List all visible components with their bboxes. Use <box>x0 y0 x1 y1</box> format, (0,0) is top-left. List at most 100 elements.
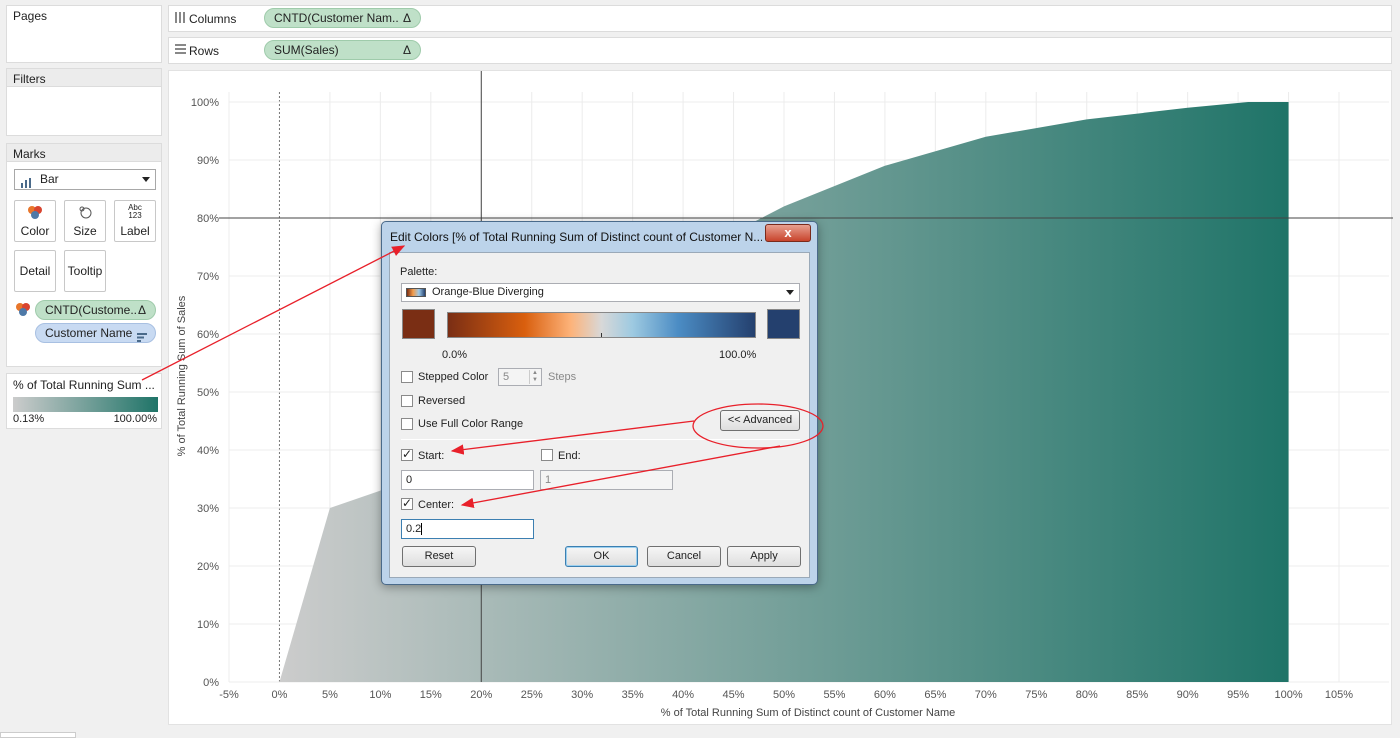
steps-label: Steps <box>548 371 577 383</box>
columns-pill[interactable]: CNTD(Customer Nam.. Δ <box>264 8 421 28</box>
reset-button[interactable]: Reset <box>402 546 476 567</box>
steps-value: 5 <box>503 371 510 383</box>
start-input[interactable]: 0 <box>401 470 534 490</box>
y-tick-label: 80% <box>197 213 219 225</box>
dialog-title: Edit Colors [% of Total Running Sum of D… <box>390 230 762 244</box>
chevron-down-icon <box>142 177 150 182</box>
x-tick-label: 85% <box>1126 689 1148 701</box>
bar-chart-icon <box>21 175 33 188</box>
y-axis-label: % of Total Running Sum of Sales <box>176 295 188 456</box>
marks-pill-customer-name[interactable]: Customer Name <box>35 323 156 343</box>
advanced-button[interactable]: << Advanced <box>720 410 800 431</box>
x-tick-label: 65% <box>924 689 946 701</box>
x-tick-label: 30% <box>571 689 593 701</box>
tooltip-button[interactable]: Tooltip <box>64 250 106 292</box>
x-tick-label: 35% <box>622 689 644 701</box>
legend-min: 0.13% <box>13 413 45 425</box>
y-tick-label: 40% <box>197 445 219 457</box>
filters-title: Filters <box>13 72 46 86</box>
x-tick-label: 40% <box>672 689 694 701</box>
color-marks-icon <box>15 302 31 319</box>
reversed-checkbox[interactable] <box>401 395 413 407</box>
y-tick-label: 20% <box>197 561 219 573</box>
end-label: End: <box>558 450 581 462</box>
x-tick-label: 55% <box>823 689 845 701</box>
y-tick-label: 70% <box>197 271 219 283</box>
center-tick <box>601 333 602 337</box>
full-range-label: Use Full Color Range <box>418 418 524 430</box>
size-button[interactable]: Size <box>64 200 106 242</box>
rows-pill-text: SUM(Sales) <box>274 43 339 57</box>
columns-label: Columns <box>189 12 237 26</box>
center-input[interactable]: 0.2 <box>401 519 534 539</box>
y-tick-label: 60% <box>197 329 219 341</box>
y-tick-label: 30% <box>197 503 219 515</box>
cancel-button[interactable]: Cancel <box>647 546 721 567</box>
end-color-swatch[interactable] <box>767 309 800 339</box>
y-tick-label: 0% <box>203 677 219 689</box>
x-axis-label: % of Total Running Sum of Distinct count… <box>661 707 956 719</box>
marks-card: Marks Bar Color Size Abc 123 Label Detai… <box>6 143 162 367</box>
apply-button[interactable]: Apply <box>727 546 801 567</box>
sheet-tab[interactable] <box>0 732 76 738</box>
sort-icon <box>137 329 147 342</box>
full-range-checkbox[interactable] <box>401 418 413 430</box>
rows-icon <box>175 44 186 55</box>
pages-title: Pages <box>13 9 48 23</box>
range-min-label: 0.0% <box>442 349 468 361</box>
end-checkbox[interactable] <box>541 449 553 461</box>
center-checkbox[interactable] <box>401 496 413 510</box>
color-circles-icon <box>15 205 55 222</box>
x-tick-label: 90% <box>1177 689 1199 701</box>
x-tick-label: 80% <box>1076 689 1098 701</box>
start-color-swatch[interactable] <box>402 309 435 339</box>
steps-spinner[interactable]: 5 ▲ ▼ <box>498 368 542 386</box>
edit-colors-dialog[interactable]: Edit Colors [% of Total Running Sum of D… <box>381 221 818 585</box>
x-tick-label: 50% <box>773 689 795 701</box>
y-tick-label: 90% <box>197 155 219 167</box>
y-tick-label: 50% <box>197 387 219 399</box>
tooltip-button-label: Tooltip <box>67 264 103 278</box>
delta-icon: Δ <box>137 303 146 317</box>
marks-pill-customer-name-text: Customer Name <box>45 326 133 340</box>
color-button-label: Color <box>20 224 50 238</box>
detail-button[interactable]: Detail <box>14 250 56 292</box>
palette-swatch-icon <box>406 288 426 297</box>
legend-title[interactable]: % of Total Running Sum ... <box>13 378 155 392</box>
columns-shelf[interactable]: Columns CNTD(Customer Nam.. Δ <box>168 5 1392 32</box>
marks-pill-cntd[interactable]: CNTD(Custome.. Δ <box>35 300 156 320</box>
size-circles-icon <box>65 205 105 222</box>
color-button[interactable]: Color <box>14 200 56 242</box>
label-button-label: Label <box>120 224 150 238</box>
x-tick-label: 25% <box>521 689 543 701</box>
color-legend-card: % of Total Running Sum ... 0.13% 100.00% <box>6 373 162 429</box>
text-cursor <box>421 523 423 536</box>
marks-title: Marks <box>13 147 46 161</box>
columns-icon <box>175 12 186 23</box>
rows-pill[interactable]: SUM(Sales) Δ <box>264 40 421 60</box>
stepped-color-label: Stepped Color <box>418 371 489 383</box>
legend-gradient <box>13 397 158 412</box>
start-checkbox[interactable] <box>401 447 413 461</box>
x-tick-label: 10% <box>369 689 391 701</box>
spinner-arrows-icon: ▲ ▼ <box>529 370 540 384</box>
reversed-label: Reversed <box>418 395 466 407</box>
x-tick-label: 0% <box>272 689 288 701</box>
ok-button[interactable]: OK <box>565 546 638 567</box>
pages-card: Pages <box>6 5 162 63</box>
x-tick-label: 5% <box>322 689 338 701</box>
delta-icon: Δ <box>402 43 411 57</box>
rows-shelf[interactable]: Rows SUM(Sales) Δ <box>168 37 1392 64</box>
close-button[interactable]: x <box>765 224 811 242</box>
x-tick-label: 100% <box>1274 689 1302 701</box>
mark-type-dropdown[interactable]: Bar <box>14 169 156 190</box>
label-button[interactable]: Abc 123 Label <box>114 200 156 242</box>
palette-label: Palette: <box>400 266 438 278</box>
y-tick-label: 10% <box>197 619 219 631</box>
marks-pill-cntd-text: CNTD(Custome.. <box>45 303 138 317</box>
stepped-color-checkbox[interactable] <box>401 371 413 383</box>
detail-button-label: Detail <box>19 264 51 278</box>
dialog-body: Palette: Orange-Blue Diverging 0.0% 10 0.… <box>389 252 810 578</box>
end-input[interactable]: 1 <box>540 470 673 490</box>
palette-dropdown[interactable]: Orange-Blue Diverging <box>401 283 800 302</box>
